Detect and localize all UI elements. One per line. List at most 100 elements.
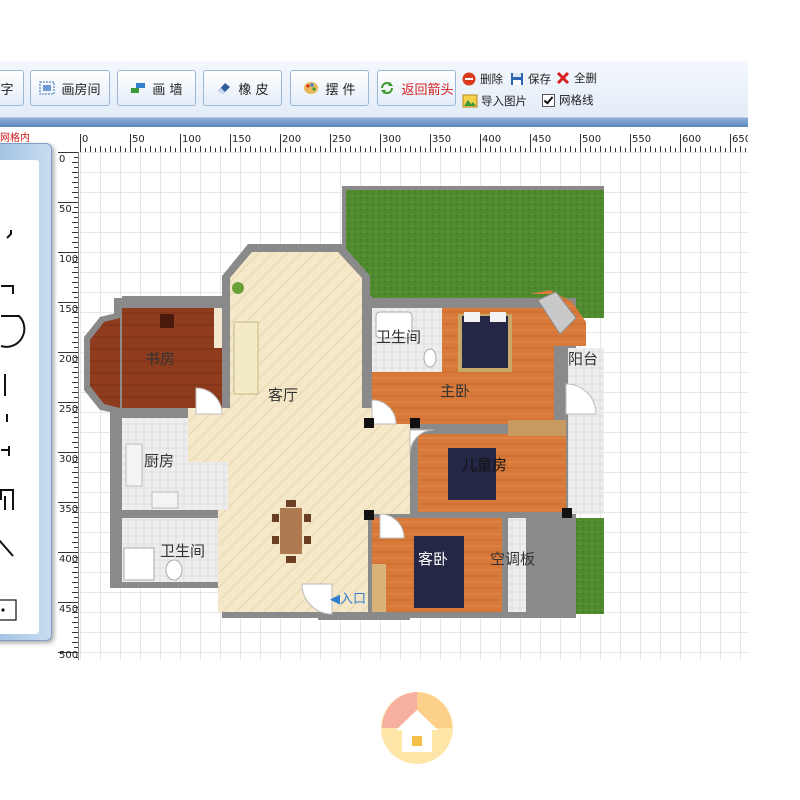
furniture-label: 摆 件	[325, 82, 356, 98]
ruler-label: 150	[232, 134, 252, 145]
room-label-bathroom-right: 卫生间	[376, 328, 422, 346]
draw-wall-label: 画 墙	[152, 82, 183, 98]
vertical-ruler: 0 50 100 150 200 250 300 350 400 450 500	[58, 152, 79, 660]
back-arrow-label: 返回箭头	[401, 82, 454, 98]
room-label-study: 书房	[145, 350, 176, 368]
design-canvas[interactable]: ◀入口 书房 客厅 厨房 卫生间 卫生间 主卧 儿童房 客卧 阳台 空调板	[80, 152, 748, 660]
living-bay-floor	[230, 252, 362, 302]
ruler-label: 350	[59, 504, 79, 515]
furniture-button[interactable]: 摆 件	[290, 70, 369, 106]
component-panel	[0, 143, 52, 641]
draw-room-label: 画房间	[61, 82, 101, 98]
window-shape-icon[interactable]	[6, 230, 12, 239]
refresh-arrow-icon	[381, 82, 394, 94]
grid-room-icon	[39, 81, 55, 95]
horizontal-ruler: 0 50 100 150 200 250 300 350 400 450 500…	[80, 134, 748, 153]
floor-plan: ◀入口	[84, 186, 604, 620]
kitchen-stove	[125, 443, 143, 487]
sofa	[233, 321, 259, 395]
delete-icon	[462, 72, 476, 86]
bathroom-left-shower	[123, 547, 155, 581]
component-panel-body	[0, 160, 39, 634]
master-pillow-2	[490, 312, 506, 322]
toolbar: 字 画房间 画 墙 橡 皮 摆 件 返回箭头 删除 保存 全删 导入图片 网格线	[0, 61, 748, 118]
ruler-label: 350	[432, 134, 452, 145]
room-label-kids-bedroom: 儿童房	[462, 456, 508, 474]
text-button[interactable]: 字	[0, 70, 24, 106]
ruler-label: 450	[532, 134, 552, 145]
diagonal-shape-icon[interactable]	[0, 539, 14, 557]
stair-shape-icon[interactable]	[0, 489, 14, 510]
ruler-label: 200	[59, 354, 79, 365]
save-label: 保存	[528, 72, 551, 86]
ruler-label: 500	[582, 134, 602, 145]
ruler-label: 100	[182, 134, 202, 145]
tee-shape-icon[interactable]	[1, 446, 10, 456]
house-logo-icon	[381, 692, 453, 764]
ruler-label: 300	[59, 454, 79, 465]
ruler-label: 550	[632, 134, 652, 145]
component-shapes	[0, 230, 26, 621]
grid-lines-label: 网格线	[559, 93, 594, 107]
delete-button[interactable]: 删除	[461, 71, 503, 87]
room-label-bathroom-left: 卫生间	[160, 542, 206, 560]
image-icon	[462, 94, 478, 108]
red-x-icon	[556, 71, 570, 85]
room-label-ac-board: 空调板	[490, 550, 536, 568]
room-label-living: 客厅	[268, 386, 299, 404]
ruler-label: 600	[682, 134, 702, 145]
ruler-label: 50	[59, 204, 72, 215]
plant	[232, 282, 244, 294]
dot-shape-icon	[1, 608, 5, 612]
back-arrow-button[interactable]: 返回箭头	[377, 70, 456, 106]
bathroom-right-toilet	[423, 348, 437, 368]
wall-icon	[131, 83, 146, 93]
room-label-guest-bedroom: 客卧	[418, 550, 449, 568]
room-label-kitchen: 厨房	[144, 452, 175, 470]
balcony-floor	[568, 348, 604, 514]
delete-all-label: 全删	[574, 71, 597, 85]
ruler-label: 500	[59, 650, 79, 660]
save-icon	[511, 73, 523, 85]
room-label-balcony: 阳台	[568, 350, 599, 368]
ruler-label: 150	[59, 304, 79, 315]
toolbar-divider-bar	[0, 118, 748, 127]
study-shelf	[214, 308, 222, 348]
master-pillow-1	[464, 312, 480, 322]
ruler-label: 0	[59, 154, 66, 165]
master-bed	[462, 316, 508, 368]
import-image-label: 导入图片	[481, 94, 527, 108]
eraser-label: 橡 皮	[238, 82, 269, 98]
door-shape-icon[interactable]	[0, 315, 26, 348]
kids-desk	[508, 420, 566, 436]
draw-room-button[interactable]: 画房间	[30, 70, 110, 106]
guest-wardrobe	[372, 564, 386, 612]
ruler-label: 250	[332, 134, 352, 145]
eraser-button[interactable]: 橡 皮	[203, 70, 282, 106]
ruler-label: 200	[282, 134, 302, 145]
ruler-label: 50	[132, 134, 145, 145]
save-button[interactable]: 保存	[509, 71, 551, 87]
grid-lines-checkbox[interactable]	[542, 93, 555, 107]
ruler-label: 250	[59, 404, 79, 415]
delete-label: 删除	[480, 72, 503, 86]
import-image-button[interactable]: 导入图片	[462, 93, 527, 109]
ruler-label: 400	[482, 134, 502, 145]
bathroom-left-toilet	[165, 559, 183, 581]
ruler-label: 0	[82, 134, 89, 145]
ruler-label: 650	[732, 134, 748, 145]
study-chair	[160, 314, 174, 328]
status-text: 网格内	[0, 133, 30, 144]
ruler-label: 300	[382, 134, 402, 145]
grid-lines-toggle[interactable]: 网格线	[542, 92, 594, 108]
palette-icon	[304, 82, 319, 94]
eraser-icon	[218, 83, 231, 94]
wall-corner-shape-icon[interactable]	[1, 285, 14, 294]
ruler-label: 450	[59, 604, 79, 615]
draw-wall-button[interactable]: 画 墙	[117, 70, 196, 106]
entrance-label: ◀入口	[330, 592, 366, 607]
delete-all-button[interactable]: 全删	[555, 70, 597, 86]
guest-bed	[414, 536, 464, 608]
room-label-master-bedroom: 主卧	[440, 382, 471, 400]
ruler-label: 100	[59, 254, 79, 265]
